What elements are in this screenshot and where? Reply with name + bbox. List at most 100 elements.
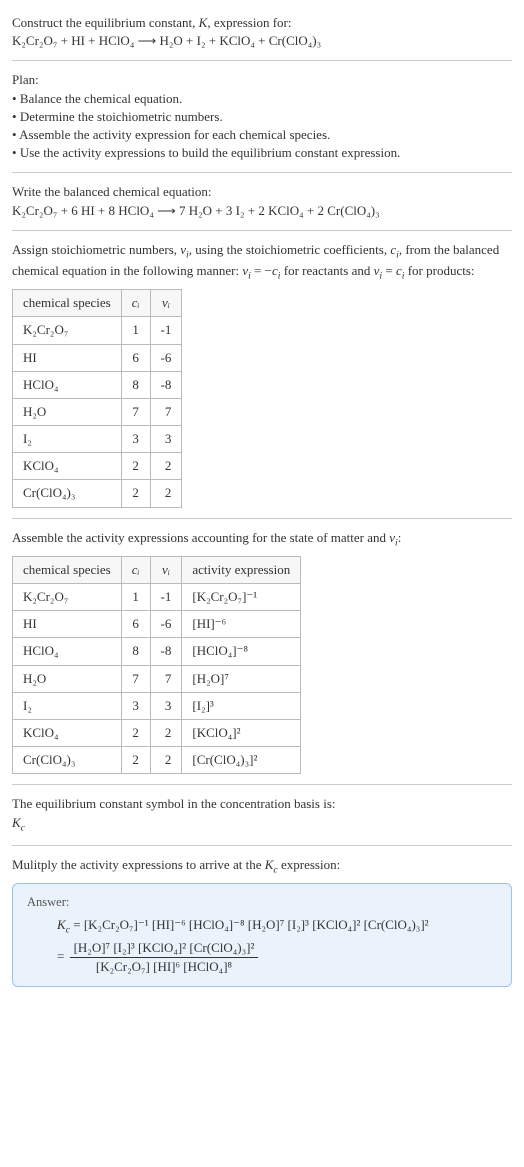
table-row: H₂O77 (13, 398, 182, 425)
col-species: chemical species (13, 290, 122, 317)
plan-item-text: Determine the stoichiometric numbers. (20, 109, 223, 124)
cell-species: H₂O (13, 665, 122, 692)
cell-nui: 2 (150, 480, 182, 507)
table-row: K₂Cr₂O₇1-1[K₂Cr₂O₇]⁻¹ (13, 584, 301, 611)
cell-activity: [H₂O]⁷ (182, 665, 301, 692)
cell-ci: 3 (121, 692, 150, 719)
answer-expr1: = [K₂Cr₂O₇]⁻¹ [HI]⁻⁶ [HClO₄]⁻⁸ [H₂O]⁷ [I… (73, 917, 428, 932)
answer-content: Kc = [K₂Cr₂O₇]⁻¹ [HI]⁻⁶ [HClO₄]⁻⁸ [H₂O]⁷… (27, 916, 497, 977)
balanced-section: Write the balanced chemical equation: K₂… (12, 177, 512, 225)
cell-species: HClO₄ (13, 638, 122, 665)
plan-item: • Assemble the activity expression for e… (12, 126, 512, 144)
multiply-heading: Mulitply the activity expressions to arr… (12, 856, 512, 877)
cell-ci: 2 (121, 453, 150, 480)
col-species: chemical species (13, 556, 122, 583)
plan-item-text: Balance the chemical equation. (20, 91, 182, 106)
cell-ci: 8 (121, 638, 150, 665)
cell-nui: -6 (150, 611, 182, 638)
cell-activity: [I₂]³ (182, 692, 301, 719)
cell-nui: -1 (150, 584, 182, 611)
stoich-text-part: , using the stoichiometric coefficients, (189, 242, 391, 257)
answer-line1: Kc = [K₂Cr₂O₇]⁻¹ [HI]⁻⁶ [HClO₄]⁻⁸ [H₂O]⁷… (57, 916, 497, 937)
stoich-text-part: for reactants and (281, 263, 374, 278)
cell-nui: 3 (150, 692, 182, 719)
cell-ci: 1 (121, 317, 150, 344)
cell-ci: 1 (121, 584, 150, 611)
table-row: Cr(ClO₄)₃22[Cr(ClO₄)₃]² (13, 747, 301, 774)
activity-heading-b: : (398, 530, 402, 545)
divider (12, 230, 512, 231)
cell-species: KClO₄ (13, 720, 122, 747)
plan-item: • Balance the chemical equation. (12, 90, 512, 108)
cell-nui: -8 (150, 371, 182, 398)
cell-species: K₂Cr₂O₇ (13, 317, 122, 344)
activity-section: Assemble the activity expressions accoun… (12, 523, 512, 781)
table-row: HClO₄8-8 (13, 371, 182, 398)
stoich-text: Assign stoichiometric numbers, νi, using… (12, 241, 512, 283)
fraction-denominator: [K₂Cr₂O₇] [HI]⁶ [HClO₄]⁸ (70, 958, 259, 976)
cell-nui: 2 (150, 453, 182, 480)
col-ci: cᵢ (121, 556, 150, 583)
cell-nui: 2 (150, 720, 182, 747)
plan-item: • Determine the stoichiometric numbers. (12, 108, 512, 126)
col-ci: cᵢ (121, 290, 150, 317)
cell-nui: -1 (150, 317, 182, 344)
answer-line2: = [H₂O]⁷ [I₂]³ [KClO₄]² [Cr(ClO₄)₃]² [K₂… (57, 939, 497, 976)
cell-activity: [Cr(ClO₄)₃]² (182, 747, 301, 774)
col-nui: νᵢ (150, 290, 182, 317)
cell-ci: 2 (121, 480, 150, 507)
cell-nui: 3 (150, 426, 182, 453)
stoich-text-part: Assign stoichiometric numbers, (12, 242, 180, 257)
Kc-symbol: Kc (57, 917, 70, 932)
cell-nui: 2 (150, 747, 182, 774)
kc-symbol-section: The equilibrium constant symbol in the c… (12, 789, 512, 840)
cell-activity: [KClO₄]² (182, 720, 301, 747)
stoich-text-part: = (382, 263, 396, 278)
table-row: K₂Cr₂O₇1-1 (13, 317, 182, 344)
activity-table: chemical species cᵢ νᵢ activity expressi… (12, 556, 301, 775)
plan-item-text: Use the activity expressions to build th… (20, 145, 401, 160)
fraction: [H₂O]⁷ [I₂]³ [KClO₄]² [Cr(ClO₄)₃]² [K₂Cr… (70, 939, 259, 976)
cell-ci: 2 (121, 720, 150, 747)
stoich-text-part: = − (251, 263, 272, 278)
cell-species: K₂Cr₂O₇ (13, 584, 122, 611)
table-row: Cr(ClO₄)₃22 (13, 480, 182, 507)
activity-heading: Assemble the activity expressions accoun… (12, 529, 512, 550)
kc-symbol: Kc (12, 814, 512, 835)
stoich-section: Assign stoichiometric numbers, νi, using… (12, 235, 512, 514)
c-sub: c (21, 822, 25, 833)
cell-ci: 6 (121, 344, 150, 371)
cell-species: HClO₄ (13, 371, 122, 398)
table-row: HI6-6 (13, 344, 182, 371)
cell-ci: 8 (121, 371, 150, 398)
multiply-heading-b: expression: (278, 857, 340, 872)
table-row: HI6-6[HI]⁻⁶ (13, 611, 301, 638)
kc-heading: The equilibrium constant symbol in the c… (12, 795, 512, 813)
table-row: H₂O77[H₂O]⁷ (13, 665, 301, 692)
table-row: I₂33[I₂]³ (13, 692, 301, 719)
plan-item-text: Assemble the activity expression for eac… (19, 127, 330, 142)
equals: = (57, 948, 68, 963)
table-header-row: chemical species cᵢ νᵢ activity expressi… (13, 556, 301, 583)
cell-species: HI (13, 344, 122, 371)
cell-species: Cr(ClO₄)₃ (13, 480, 122, 507)
multiply-section: Mulitply the activity expressions to arr… (12, 850, 512, 993)
cell-species: H₂O (13, 398, 122, 425)
stoich-table: chemical species cᵢ νᵢ K₂Cr₂O₇1-1 HI6-6 … (12, 289, 182, 508)
divider (12, 518, 512, 519)
cell-species: I₂ (13, 692, 122, 719)
cell-activity: [K₂Cr₂O₇]⁻¹ (182, 584, 301, 611)
intro-text-a: Construct the equilibrium constant, (12, 15, 199, 30)
plan-section: Plan: • Balance the chemical equation. •… (12, 65, 512, 168)
intro-text-b: , expression for: (207, 15, 291, 30)
plan-heading: Plan: (12, 71, 512, 89)
divider (12, 784, 512, 785)
table-row: I₂33 (13, 426, 182, 453)
cell-ci: 2 (121, 747, 150, 774)
table-row: KClO₄22[KClO₄]² (13, 720, 301, 747)
cell-ci: 6 (121, 611, 150, 638)
intro-section: Construct the equilibrium constant, K, e… (12, 8, 512, 56)
cell-nui: -6 (150, 344, 182, 371)
stoich-text-part: for products: (404, 263, 474, 278)
K-letter: K (57, 917, 66, 932)
